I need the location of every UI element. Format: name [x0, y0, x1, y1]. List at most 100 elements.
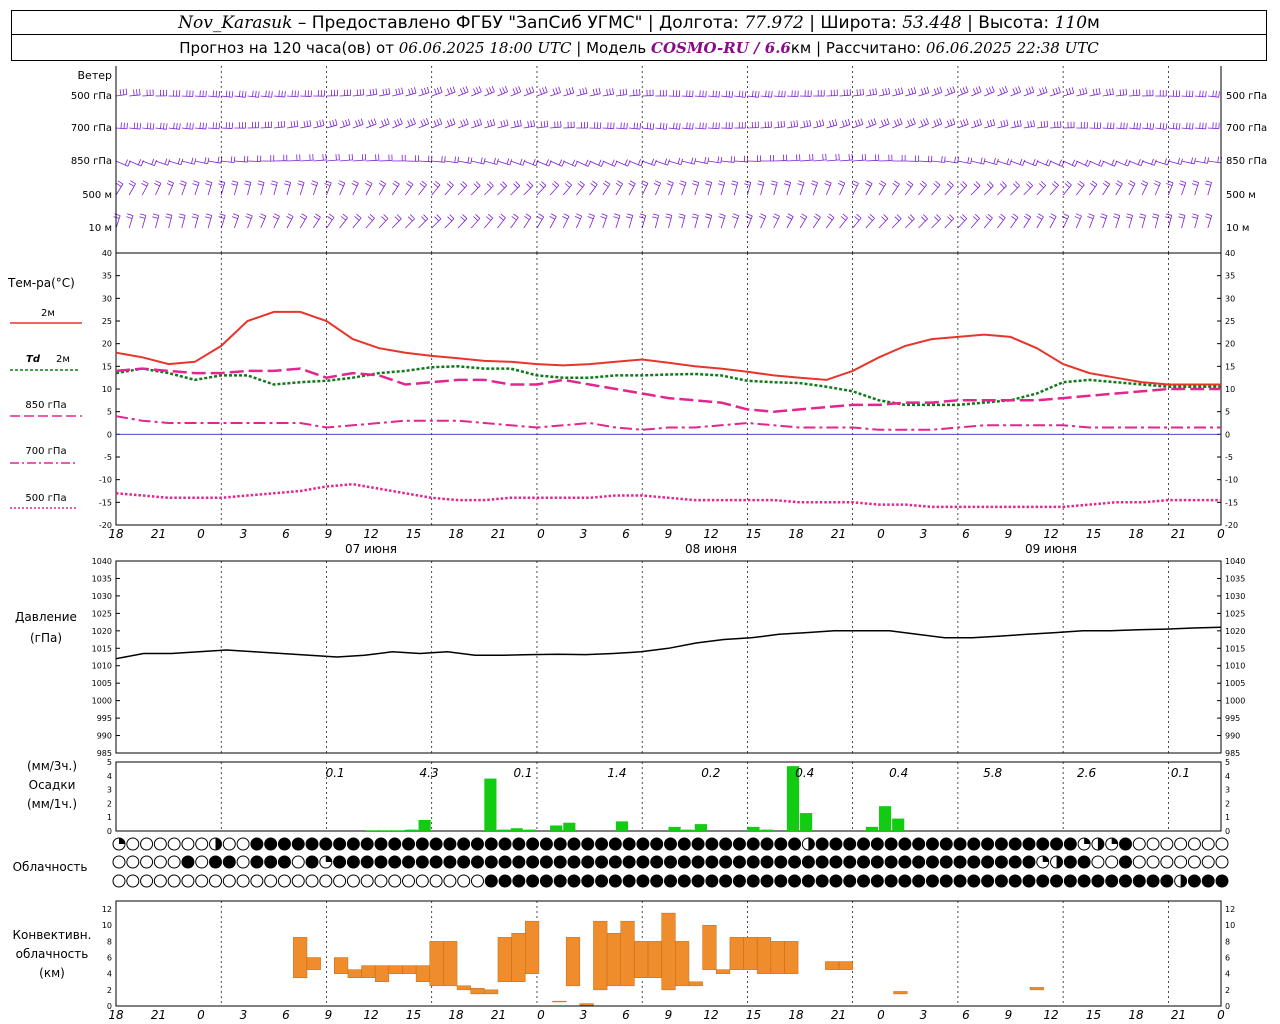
wind-barb-feather [1049, 215, 1055, 220]
wind-barb-feather [946, 88, 950, 95]
wind-barb [1153, 180, 1161, 196]
cloud-overcast [967, 874, 981, 888]
conv-bar [293, 937, 308, 978]
wind-barb-feather [1090, 183, 1096, 188]
wind-barb-feather [677, 157, 681, 164]
wind-barb-feather [577, 183, 583, 188]
cloud-clear [140, 874, 154, 888]
wind-barb [707, 90, 720, 98]
wind-barb [563, 159, 578, 167]
wind-barb-staff [1036, 126, 1048, 129]
cloud-overcast [1008, 855, 1022, 869]
cloud-clear [305, 874, 319, 888]
wind-barb-feather [191, 157, 194, 164]
wind-barb-staff [405, 92, 417, 97]
wind-barb [1140, 180, 1149, 196]
cloud-overcast [677, 874, 691, 888]
cloud-clear [112, 874, 126, 888]
cloud-symbol [1146, 855, 1160, 869]
wind-barb [286, 154, 301, 162]
wind-barb-feather [407, 180, 414, 185]
wind-barb-feather [205, 213, 212, 216]
press-tick-label-right: 1000 [1225, 697, 1245, 706]
cloud-clear [457, 874, 471, 888]
wind-barb [628, 122, 642, 130]
cloud-overcast [539, 874, 553, 888]
cloud-clear [195, 874, 209, 888]
wind-barb-feather [801, 213, 808, 218]
conv-label-1: Конвективн. [13, 928, 92, 942]
wind-barb [155, 122, 168, 130]
wind-barb-staff [1049, 92, 1061, 97]
precip-tick-label-right: 5 [1225, 758, 1230, 767]
cloud-symbol [732, 855, 746, 869]
wind-barb-feather [908, 88, 911, 95]
wind-barb-feather [152, 123, 155, 130]
wind-barb-feather [564, 183, 570, 188]
wind-barb-feather [923, 214, 928, 220]
cloud-symbol [981, 855, 995, 869]
wind-barb [378, 214, 389, 229]
cloud-symbol [622, 837, 636, 851]
cloud-overcast [608, 874, 622, 888]
wind-barb-feather [888, 87, 891, 94]
wind-barb-feather [705, 123, 707, 130]
wind-barb [1061, 213, 1070, 229]
wind-barb-feather [1077, 183, 1083, 188]
wind-barb-staff [668, 215, 673, 229]
wind-barb [270, 180, 278, 196]
wind-barb [391, 180, 400, 196]
wind-barb-feather [246, 213, 253, 217]
wind-barb-staff [339, 217, 348, 229]
cloud-symbol [898, 837, 912, 851]
wind-barb-feather [425, 118, 430, 124]
wind-barb-feather [407, 216, 413, 222]
wind-barb-feather [878, 182, 885, 187]
cloud-overcast [470, 855, 484, 869]
wind-barb-feather [810, 183, 817, 186]
wind-barb-feather [664, 158, 668, 165]
wind-barb [365, 118, 377, 129]
cloud-symbol [691, 874, 705, 888]
x-tick-label: 9 [665, 527, 673, 541]
wind-barb-staff [1023, 91, 1035, 97]
wind-barb-feather [513, 120, 516, 128]
wind-barb-staff [799, 125, 811, 129]
conv-tick-label-left: 10 [102, 921, 112, 930]
wind-barb-feather [847, 118, 851, 125]
cloud-overcast [291, 837, 305, 851]
cloud-overcast [1077, 855, 1091, 869]
wind-barb-feather [359, 89, 362, 96]
wind-barb [878, 118, 890, 129]
wind-barb-feather [1038, 213, 1044, 218]
wind-barb [824, 180, 832, 196]
wind-barb-feather [270, 183, 277, 186]
cloud-overcast [1118, 874, 1132, 888]
cloud-symbol [925, 874, 939, 888]
x-tick-label-bottom: 21 [1171, 1008, 1186, 1022]
wind-barb-feather [1058, 159, 1062, 166]
cloud-overcast [774, 855, 788, 869]
cloud-partial-fill [325, 856, 332, 862]
cloud-symbol [801, 855, 815, 869]
wind-barb-feather [1004, 86, 1008, 92]
cloud-symbol [801, 874, 815, 888]
wind-barb-feather [525, 88, 529, 95]
wind-barb-feather [574, 160, 578, 167]
cloud-clear [291, 874, 305, 888]
wind-barb-staff [944, 123, 956, 129]
wind-barb-feather [974, 213, 980, 219]
wind-barb-feather [338, 153, 340, 160]
x-tick-label-bottom: 6 [622, 1008, 630, 1022]
wind-barb [589, 159, 605, 167]
wind-level-label: 500 гПа [1226, 91, 1267, 102]
wind-barb-feather [1119, 89, 1122, 96]
wind-barb-feather [873, 118, 877, 125]
wind-barb-feather [824, 183, 831, 187]
wind-barb-feather [1164, 158, 1167, 165]
wind-barb [392, 154, 406, 162]
wind-barb-feather [512, 88, 516, 95]
wind-barb [957, 86, 969, 97]
wind-barb-feather [825, 153, 827, 160]
wind-barb-staff [944, 160, 958, 164]
